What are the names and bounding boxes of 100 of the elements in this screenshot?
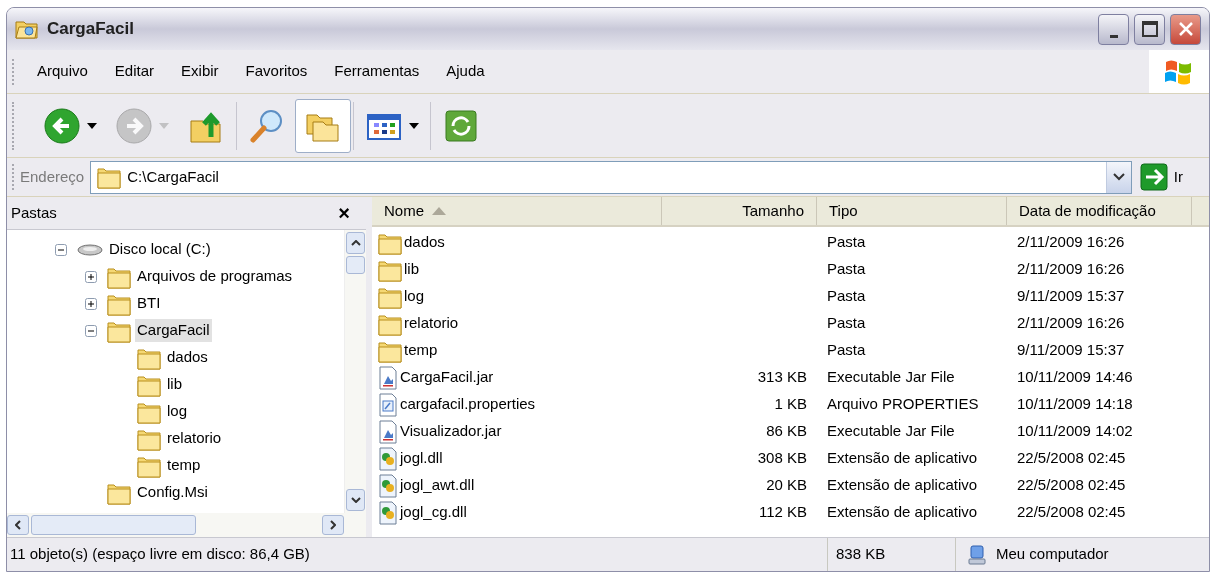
file-name[interactable]: dados — [404, 231, 445, 254]
file-name[interactable]: temp — [404, 339, 438, 362]
drive-icon — [77, 242, 103, 257]
menu-item[interactable]: Editar — [113, 60, 156, 83]
status-size: 838 KB — [836, 544, 886, 565]
tree-item[interactable]: temp — [165, 454, 203, 477]
file-size: 20 KB — [766, 475, 807, 496]
scroll-thumb[interactable] — [346, 256, 365, 274]
scroll-right-button[interactable] — [322, 515, 344, 535]
window-title: CargaFacil — [47, 18, 134, 41]
file-date: 2/11/2009 16:26 — [1017, 314, 1125, 332]
menu-item[interactable]: Favoritos — [244, 60, 309, 83]
tree-item[interactable]: log — [165, 400, 190, 423]
file-date: 22/5/2008 02:45 — [1017, 449, 1126, 467]
menu-item[interactable]: Exibir — [180, 60, 220, 83]
file-name[interactable]: relatorio — [404, 312, 459, 335]
minimize-icon — [1109, 34, 1118, 38]
file-date: 9/11/2009 15:37 — [1017, 341, 1125, 359]
file-name[interactable]: Visualizador.jar — [400, 420, 502, 443]
tree-item[interactable]: Disco local (C:) — [107, 238, 213, 261]
maximize-button[interactable] — [1134, 13, 1165, 45]
file-name[interactable]: cargafacil.properties — [400, 393, 536, 416]
file-type: Pasta — [827, 260, 866, 278]
file-type: Pasta — [827, 314, 866, 332]
dropdown-button[interactable] — [1105, 161, 1131, 193]
scroll-thumb[interactable] — [31, 515, 196, 535]
caret-icon — [350, 497, 361, 503]
close-icon — [1178, 22, 1193, 36]
column-header[interactable]: Data de modificação — [1007, 197, 1192, 225]
document-icon — [378, 419, 398, 444]
caret-icon — [87, 122, 97, 129]
file-date: 2/11/2009 16:26 — [1017, 233, 1125, 251]
document-icon — [378, 392, 398, 417]
tree-item[interactable]: lib — [165, 373, 184, 396]
menu-item[interactable]: Ajuda — [445, 60, 486, 83]
vertical-scrollbar[interactable] — [344, 230, 366, 513]
file-type: Pasta — [827, 341, 866, 359]
menu-item[interactable]: Arquivo — [36, 60, 89, 83]
close-pane-button[interactable]: × — [338, 203, 350, 223]
column-header[interactable]: Nome — [372, 197, 662, 225]
menu-item[interactable]: Ferramentas — [333, 60, 421, 83]
file-type: Extensão de aplicativo — [827, 449, 978, 467]
expand-icon[interactable] — [85, 297, 97, 310]
file-date: 9/11/2009 15:37 — [1017, 287, 1125, 305]
file-size: 1 KB — [774, 394, 807, 415]
address-field[interactable]: C:\CargaFacil — [90, 160, 1132, 194]
file-name[interactable]: jogl.dll — [400, 447, 443, 470]
file-size: 308 KB — [757, 448, 807, 469]
tree-item[interactable]: Config.Msi — [135, 481, 210, 504]
close-button[interactable] — [1170, 13, 1201, 45]
scroll-down-button[interactable] — [346, 489, 365, 511]
file-size: 313 KB — [757, 367, 807, 388]
caret-icon — [15, 520, 21, 530]
pane-title: Pastas — [11, 202, 58, 223]
computer-icon — [966, 543, 988, 566]
back-icon — [43, 106, 81, 145]
minimize-button[interactable] — [1098, 13, 1129, 45]
document-icon — [378, 365, 398, 390]
file-name[interactable]: jogl_cg.dll — [400, 501, 467, 524]
scroll-left-button[interactable] — [7, 515, 29, 535]
status-text: 11 objeto(s) (espaço livre em disco: 86,4 GB) — [9, 544, 311, 565]
file-size: 86 KB — [766, 421, 807, 442]
horizontal-scrollbar[interactable] — [7, 513, 366, 537]
folder-icon — [15, 19, 39, 39]
forward-icon — [115, 106, 153, 145]
file-type: Extensão de aplicativo — [827, 503, 978, 521]
tree-item[interactable]: dados — [165, 346, 210, 369]
file-type: Pasta — [827, 287, 866, 305]
file-size: 112 KB — [758, 502, 807, 523]
file-type: Pasta — [827, 233, 866, 251]
arrow-right-icon — [1139, 163, 1168, 191]
caret-icon — [330, 520, 336, 530]
file-type: Arquivo PROPERTIES — [827, 395, 979, 413]
file-type: Executable Jar File — [827, 422, 955, 440]
file-type: Executable Jar File — [827, 368, 955, 386]
file-name[interactable]: jogl_awt.dll — [400, 474, 475, 497]
tree-item[interactable]: CargaFacil — [135, 319, 212, 342]
file-date: 10/11/2009 14:18 — [1017, 395, 1133, 413]
column-header[interactable]: Tamanho — [662, 197, 817, 225]
expand-icon[interactable] — [85, 270, 97, 283]
file-name[interactable]: lib — [404, 258, 419, 281]
file-name[interactable]: log — [404, 285, 425, 308]
collapse-icon[interactable] — [85, 324, 97, 337]
file-name[interactable]: CargaFacil.jar — [400, 366, 494, 389]
file-date: 2/11/2009 16:26 — [1017, 260, 1125, 278]
caret-icon — [159, 122, 169, 129]
collapse-icon[interactable] — [55, 243, 67, 256]
folder-icon — [97, 165, 122, 189]
caret-icon — [409, 122, 419, 129]
file-type: Extensão de aplicativo — [827, 476, 978, 494]
tree-item[interactable]: relatorio — [165, 427, 224, 450]
scroll-up-button[interactable] — [346, 232, 365, 254]
maximize-icon — [1141, 21, 1158, 37]
tree-item[interactable]: BTI — [135, 292, 163, 315]
column-header[interactable]: Tipo — [817, 197, 1007, 225]
tree-item[interactable]: Arquivos de programas — [135, 265, 295, 288]
folders-button[interactable] — [295, 98, 351, 153]
go-button[interactable]: Ir — [1139, 163, 1183, 191]
file-date: 10/11/2009 14:02 — [1017, 422, 1133, 440]
caret-icon — [1112, 173, 1125, 181]
